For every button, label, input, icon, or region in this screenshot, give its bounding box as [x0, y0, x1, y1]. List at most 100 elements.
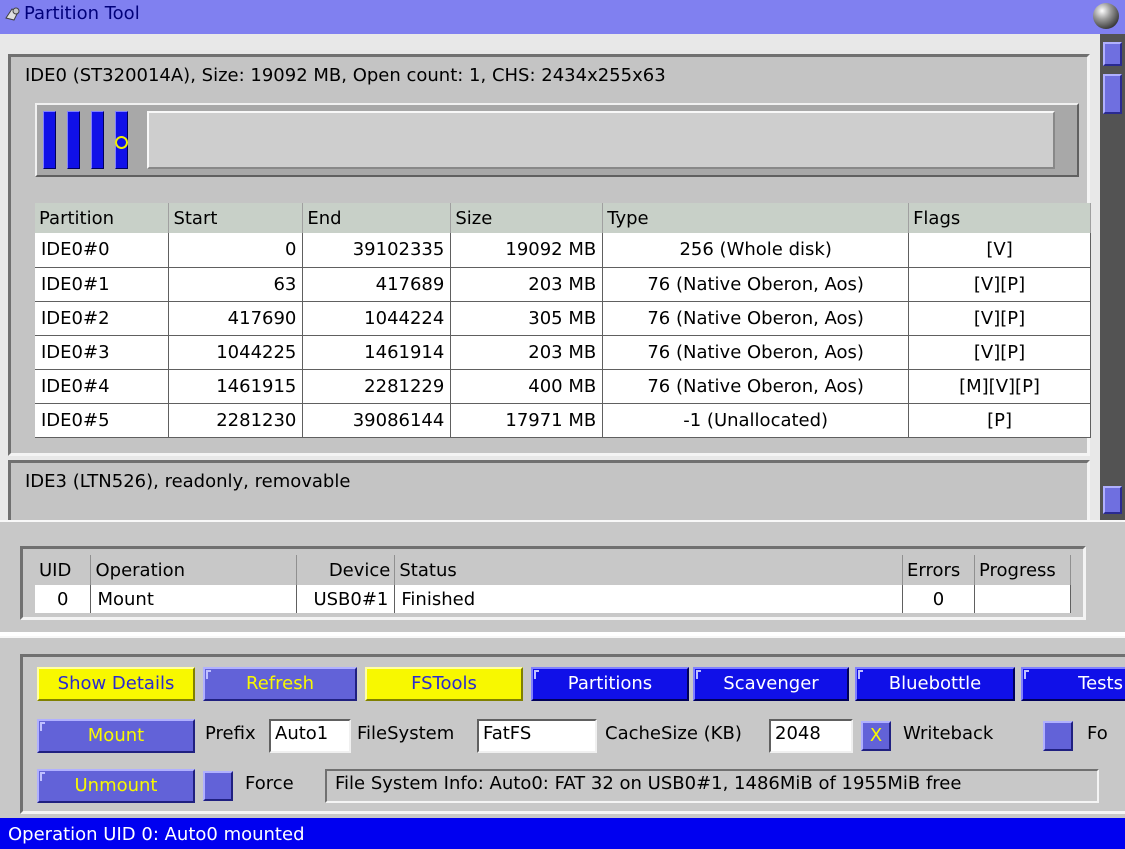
disk-panel-ide0[interactable]: IDE0 (ST320014A), Size: 19092 MB, Open c…	[8, 54, 1091, 456]
cell-partition: IDE0#0	[35, 233, 170, 268]
scroll-thumb[interactable]	[1103, 74, 1122, 114]
scroll-down-button[interactable]	[1103, 486, 1122, 514]
cell-size: 203 MB	[450, 335, 604, 370]
column-header[interactable]: Type	[602, 203, 910, 233]
cell-type: -1 (Unallocated)	[602, 403, 910, 438]
close-button[interactable]	[1093, 3, 1119, 29]
title-bar: Partition Tool	[0, 0, 1125, 34]
cell-type: 76 (Native Oberon, Aos)	[602, 301, 910, 336]
cell-flags: [V][P]	[908, 267, 1091, 302]
partition-block[interactable]	[67, 111, 80, 169]
refresh-button[interactable]: Refresh	[203, 667, 357, 701]
partition-block[interactable]	[91, 111, 104, 169]
filesystem-label: FileSystem	[357, 723, 455, 744]
table-row[interactable]: IDE0#0 0 39102335 19092 MB 256 (Whole di…	[35, 233, 1091, 268]
cell-type: 76 (Native Oberon, Aos)	[602, 267, 910, 302]
selection-marker-icon	[115, 136, 128, 149]
scroll-up-button[interactable]	[1103, 42, 1122, 66]
cell-start: 0	[168, 233, 304, 268]
cell-device: USB0#1	[296, 585, 396, 613]
filesystem-input[interactable]: FatFS	[477, 719, 597, 753]
mount-label: Mount	[87, 725, 145, 746]
unallocated-block[interactable]	[147, 111, 1055, 169]
disk-list-area: IDE0 (ST320014A), Size: 19092 MB, Open c…	[0, 34, 1125, 520]
cell-partition: IDE0#1	[35, 267, 170, 302]
table-row[interactable]: IDE0#2 417690 1044224 305 MB 76 (Native …	[35, 301, 1091, 336]
tests-label: Tests	[1078, 673, 1123, 694]
column-header[interactable]: Operation	[90, 555, 298, 585]
table-row[interactable]: IDE0#5 2281230 39086144 17971 MB -1 (Una…	[35, 403, 1091, 438]
cell-errors: 0	[902, 585, 975, 613]
controls-frame: Show Details Refresh FSTools Partitions …	[20, 654, 1125, 814]
fstools-tab-button[interactable]: FSTools	[365, 667, 523, 701]
partition-block-selected[interactable]	[115, 111, 128, 169]
show-details-button[interactable]: Show Details	[37, 667, 195, 701]
table-row[interactable]: IDE0#4 1461915 2281229 400 MB 76 (Native…	[35, 369, 1091, 404]
column-header[interactable]: Status	[394, 555, 903, 585]
force-format-checkbox[interactable]	[1043, 721, 1073, 751]
cachesize-input[interactable]: 2048	[769, 719, 853, 753]
force-label: Force	[245, 773, 294, 794]
cell-partition: IDE0#3	[35, 335, 170, 370]
button-corner-icon	[534, 670, 539, 679]
cell-end: 1044224	[302, 301, 452, 336]
button-corner-icon	[696, 670, 701, 679]
cell-end: 2281229	[302, 369, 452, 404]
cell-size: 19092 MB	[450, 233, 604, 268]
cell-partition: IDE0#5	[35, 403, 170, 438]
bluebottle-label: Bluebottle	[888, 673, 982, 694]
cell-uid: 0	[35, 585, 92, 613]
partition-bar	[35, 103, 1079, 177]
force-checkbox[interactable]	[203, 771, 233, 801]
disk-panel-ide3[interactable]: IDE3 (LTN526), readonly, removable	[8, 460, 1090, 520]
mount-button[interactable]: Mount	[37, 719, 195, 753]
window-icon	[5, 7, 20, 21]
status-bar: Operation UID 0: Auto0 mounted	[0, 818, 1125, 849]
table-row[interactable]: IDE0#3 1044225 1461914 203 MB 76 (Native…	[35, 335, 1091, 370]
unmount-button[interactable]: Unmount	[37, 769, 195, 803]
prefix-label: Prefix	[205, 723, 256, 744]
column-header[interactable]: Progress	[974, 555, 1072, 585]
button-corner-icon	[206, 670, 211, 679]
cell-start: 1044225	[168, 335, 304, 370]
window-title: Partition Tool	[24, 3, 140, 24]
column-header[interactable]: UID	[35, 555, 92, 585]
scavenger-tab-button[interactable]: Scavenger	[693, 667, 849, 701]
operations-panel: UID Operation Device Status Errors Progr…	[0, 520, 1125, 632]
cell-start: 1461915	[168, 369, 304, 404]
column-header[interactable]: Flags	[908, 203, 1091, 233]
column-header[interactable]: End	[302, 203, 452, 233]
table-row[interactable]: 0 Mount USB0#1 Finished 0	[35, 585, 1072, 613]
cell-size: 17971 MB	[450, 403, 604, 438]
cachesize-label: CacheSize (KB)	[605, 723, 742, 744]
column-header[interactable]: Start	[168, 203, 304, 233]
prefix-input[interactable]: Auto1	[269, 719, 351, 753]
writeback-checkbox[interactable]: X	[861, 721, 891, 751]
disk-info: IDE3 (LTN526), readonly, removable	[25, 471, 351, 492]
cell-flags: [V][P]	[908, 335, 1091, 370]
unmount-label: Unmount	[74, 775, 158, 796]
partition-block[interactable]	[43, 111, 56, 169]
partitions-tab-button[interactable]: Partitions	[531, 667, 689, 701]
cell-status: Finished	[394, 585, 903, 613]
cell-type: 76 (Native Oberon, Aos)	[602, 335, 910, 370]
tests-tab-button[interactable]: Tests	[1021, 667, 1125, 701]
cell-operation: Mount	[90, 585, 298, 613]
button-corner-icon	[858, 670, 863, 679]
column-header[interactable]: Device	[296, 555, 396, 585]
column-header[interactable]: Partition	[35, 203, 170, 233]
table-row[interactable]: IDE0#1 63 417689 203 MB 76 (Native Obero…	[35, 267, 1091, 302]
bluebottle-tab-button[interactable]: Bluebottle	[855, 667, 1015, 701]
button-corner-icon	[1024, 670, 1029, 679]
column-header[interactable]: Errors	[902, 555, 975, 585]
cell-progress	[974, 585, 1072, 613]
cell-start: 417690	[168, 301, 304, 336]
column-header[interactable]: Size	[450, 203, 604, 233]
vertical-scrollbar[interactable]	[1100, 34, 1125, 520]
scavenger-label: Scavenger	[723, 673, 819, 694]
disk-info: IDE0 (ST320014A), Size: 19092 MB, Open c…	[25, 65, 666, 86]
button-corner-icon	[40, 722, 45, 731]
cell-size: 203 MB	[450, 267, 604, 302]
operations-table: UID Operation Device Status Errors Progr…	[35, 555, 1072, 613]
cell-type: 256 (Whole disk)	[602, 233, 910, 268]
